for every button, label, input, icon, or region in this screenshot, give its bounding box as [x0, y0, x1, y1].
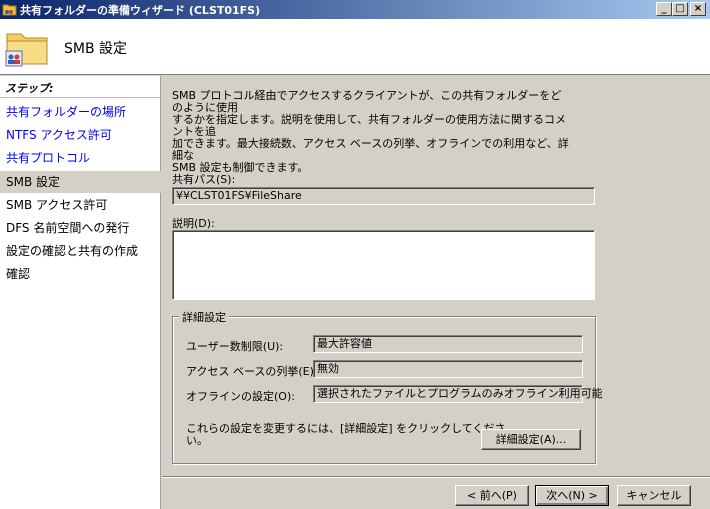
intro-text: SMB プロトコル経由でアクセスするクライアントが、この共有フォルダーをどのよう…	[172, 90, 572, 174]
user-limit-value: 最大許容値	[313, 335, 583, 353]
wizard-header: SMB 設定	[0, 19, 710, 75]
step-share-protocol[interactable]: 共有プロトコル	[0, 147, 161, 169]
step-dfs-publish: DFS 名前空間への発行	[6, 221, 130, 235]
access-enum-label: アクセス ベースの列挙(E):	[186, 365, 318, 378]
advanced-hint-line: これらの設定を変更するには、[詳細設定] をクリックしてくださ	[186, 422, 506, 435]
step-smb-settings: SMB 設定	[0, 171, 161, 193]
steps-sidebar: ステップ: 共有フォルダーの場所 NTFS アクセス許可 共有プロトコル SMB…	[0, 76, 161, 509]
description-textarea[interactable]	[172, 230, 595, 300]
intro-line: するかを指定します。説明を使用して、共有フォルダーの使用方法に関するコメントを追	[172, 113, 567, 138]
advanced-settings-title: 詳細設定	[179, 309, 229, 325]
wizard-window: 共有フォルダーの準備ウィザード (CLST01FS) _ □ × SMB 設定 …	[0, 0, 710, 509]
shared-folder-icon	[2, 4, 17, 16]
advanced-hint: これらの設定を変更するには、[詳細設定] をクリックしてくださ い。	[186, 423, 505, 447]
footer-separator	[162, 476, 710, 478]
title-bar[interactable]: 共有フォルダーの準備ウィザード (CLST01FS) _ □ ×	[0, 0, 710, 19]
offline-label: オフラインの設定(O):	[186, 390, 295, 403]
shared-folder-icon	[5, 33, 48, 67]
main-panel: SMB プロトコル経由でアクセスするクライアントが、この共有フォルダーをどのよう…	[162, 76, 710, 476]
intro-line: 加できます。最大接続数、アクセス ベースの列挙、オフラインでの利用など、詳細な	[172, 137, 569, 162]
maximize-button[interactable]: □	[672, 2, 688, 16]
advanced-settings-group: 詳細設定 ユーザー数制限(U): 最大許容値 アクセス ベースの列挙(E): 無…	[172, 309, 603, 464]
step-ntfs-permissions[interactable]: NTFS アクセス許可	[0, 124, 161, 146]
share-path-field[interactable]: ¥¥CLST01FS¥FileShare	[172, 187, 595, 205]
back-button[interactable]: < 前へ(P)	[455, 485, 529, 506]
description-label: 説明(D):	[172, 217, 215, 230]
offline-value: 選択されたファイルとプログラムのみオフライン利用可能	[313, 385, 603, 403]
advanced-settings-button[interactable]: 詳細設定(A)...	[481, 429, 581, 450]
close-button[interactable]: ×	[690, 2, 706, 16]
advanced-hint-line: い。	[186, 434, 208, 447]
share-path-label: 共有パス(S):	[172, 173, 236, 186]
step-smb-permissions: SMB アクセス許可	[6, 198, 108, 212]
next-button[interactable]: 次へ(N) >	[535, 485, 609, 506]
step-review-create: 設定の確認と共有の作成	[6, 244, 139, 258]
intro-line: SMB プロトコル経由でアクセスするクライアントが、この共有フォルダーをどのよう…	[172, 89, 562, 114]
access-enum-value: 無効	[313, 360, 583, 378]
step-share-location[interactable]: 共有フォルダーの場所	[0, 101, 161, 123]
window-title: 共有フォルダーの準備ウィザード (CLST01FS)	[20, 4, 261, 17]
page-title: SMB 設定	[64, 41, 128, 57]
step-confirmation: 確認	[6, 267, 31, 281]
minimize-button[interactable]: _	[656, 2, 672, 16]
steps-heading: ステップ:	[0, 80, 161, 98]
user-limit-label: ユーザー数制限(U):	[186, 340, 284, 353]
cancel-button[interactable]: キャンセル	[617, 485, 691, 506]
